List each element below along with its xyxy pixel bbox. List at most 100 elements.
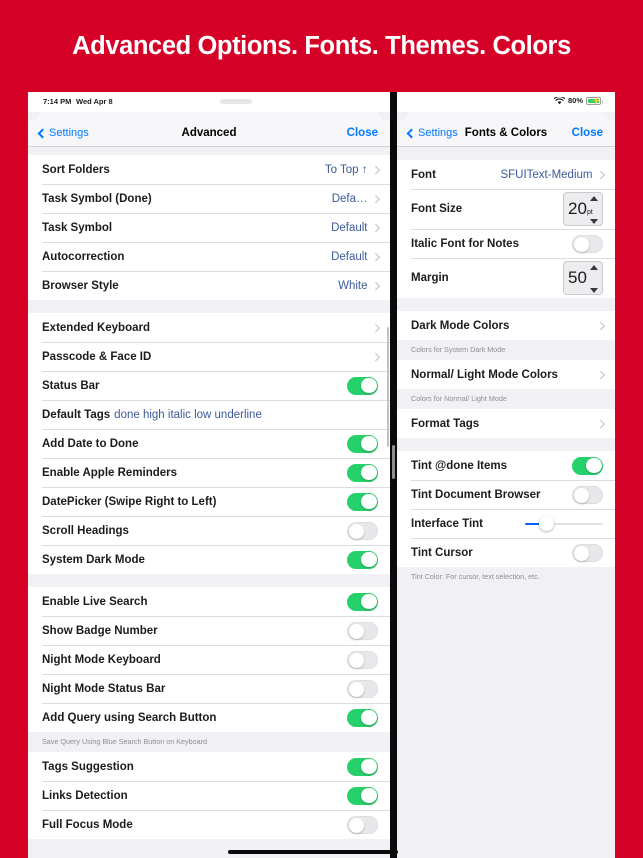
stepper-increment-icon[interactable] [589,196,598,201]
row-show-badge-number[interactable]: Show Badge Number [28,616,390,645]
toggle-enable-apple-reminders[interactable] [347,463,378,482]
stepper-decrement-icon[interactable] [589,288,598,293]
row-italic-font-for-notes[interactable]: Italic Font for Notes [397,229,615,258]
toggle-tint-cursor[interactable] [572,543,603,562]
toggle-status-bar[interactable] [347,376,378,395]
row-enable-live-search[interactable]: Enable Live Search [28,587,390,616]
row-label: Tint Document Browser [411,488,541,501]
chevron-right-icon [596,321,605,330]
chevron-right-icon [371,165,380,174]
right-scroll-area[interactable]: Font SFUIText-Medium Font Size 20 pt Ita… [397,147,615,858]
toggle-enable-live-search[interactable] [347,592,378,611]
left-back-label: Settings [49,127,89,139]
toggle-add-date-to-done[interactable] [347,434,378,453]
row-tint-done-items[interactable]: Tint @done Items [397,451,615,480]
row-label: Italic Font for Notes [411,237,519,250]
panel-divider[interactable] [390,92,397,858]
row-autocorrection[interactable]: Autocorrection Default [28,242,390,271]
row-links-detection[interactable]: Links Detection [28,781,390,810]
row-add-query-using-search-button[interactable]: Add Query using Search Button [28,703,390,732]
row-label: Interface Tint [411,517,483,530]
row-add-date-to-done[interactable]: Add Date to Done [28,429,390,458]
row-task-symbol[interactable]: Task Symbol Default [28,213,390,242]
row-full-focus-mode[interactable]: Full Focus Mode [28,810,390,839]
section-gap [397,147,615,160]
row-extended-keyboard[interactable]: Extended Keyboard [28,313,390,342]
toggle-links-detection[interactable] [347,786,378,805]
row-label: Tint Cursor [411,546,473,559]
row-label: Night Mode Status Bar [42,682,166,695]
row-margin[interactable]: Margin 50 [397,258,615,298]
toggle-show-badge-number[interactable] [347,621,378,640]
row-tint-document-browser[interactable]: Tint Document Browser [397,480,615,509]
row-datepicker[interactable]: DatePicker (Swipe Right to Left) [28,487,390,516]
row-interface-tint[interactable]: Interface Tint [397,509,615,538]
row-format-tags[interactable]: Format Tags [397,409,615,438]
toggle-tint-document-browser[interactable] [572,485,603,504]
row-label: Scroll Headings [42,524,129,537]
left-back-button[interactable]: Settings [37,127,89,139]
row-tags-suggestion[interactable]: Tags Suggestion [28,752,390,781]
row-font[interactable]: Font SFUIText-Medium [397,160,615,189]
row-label: Show Badge Number [42,624,158,637]
row-task-symbol-done[interactable]: Task Symbol (Done) Defa… [28,184,390,213]
toggle-tint-done-items[interactable] [572,456,603,475]
row-system-dark-mode[interactable]: System Dark Mode [28,545,390,574]
battery-charging-icon: ⚡ [586,96,603,105]
toggle-datepicker[interactable] [347,492,378,511]
chevron-right-icon [371,252,380,261]
section-gap [28,147,390,155]
stepper-decrement-icon[interactable] [589,219,598,224]
toggle-tags-suggestion[interactable] [347,757,378,776]
row-font-size[interactable]: Font Size 20 pt [397,189,615,229]
interface-tint-slider[interactable] [525,515,603,533]
row-label: Task Symbol (Done) [42,192,152,205]
toggle-add-query-using-search-button[interactable] [347,708,378,727]
toggle-scroll-headings[interactable] [347,521,378,540]
row-default-tags[interactable]: Default Tags done high italic low underl… [28,400,390,429]
left-scroll-area[interactable]: Sort Folders To Top ↑ Task Symbol (Done)… [28,147,390,858]
right-back-button[interactable]: Settings [406,127,458,139]
row-passcode-face-id[interactable]: Passcode & Face ID [28,342,390,371]
toggle-system-dark-mode[interactable] [347,550,378,569]
status-bar-notch [220,99,252,104]
margin-stepper[interactable]: 50 [563,261,603,295]
fonts-colors-panel: Settings Fonts & Colors Close Font SFUIT… [397,112,615,858]
left-close-button[interactable]: Close [347,127,378,139]
row-sort-folders[interactable]: Sort Folders To Top ↑ [28,155,390,184]
row-night-mode-status-bar[interactable]: Night Mode Status Bar [28,674,390,703]
row-scroll-headings[interactable]: Scroll Headings [28,516,390,545]
row-enable-apple-reminders[interactable]: Enable Apple Reminders [28,458,390,487]
device-screen: 7:14 PM Wed Apr 8 80% ⚡ Settings Advance… [28,92,615,858]
row-label: Font Size [411,203,463,215]
toggle-night-mode-keyboard[interactable] [347,650,378,669]
row-label: System Dark Mode [42,553,145,566]
right-close-button[interactable]: Close [572,127,603,139]
toggle-full-focus-mode[interactable] [347,815,378,834]
row-label: Passcode & Face ID [42,350,152,363]
left-nav-bar: Settings Advanced Close [28,120,390,147]
light-mode-footnote: Colors for Normal/ Light Mode [397,389,615,409]
chevron-right-icon [371,323,380,332]
right-section-light-mode: Normal/ Light Mode Colors [397,360,615,389]
stepper-increment-icon[interactable] [589,265,598,270]
left-scrollbar[interactable] [386,327,389,447]
toggle-night-mode-status-bar[interactable] [347,679,378,698]
row-night-mode-keyboard[interactable]: Night Mode Keyboard [28,645,390,674]
toggle-italic-font-for-notes[interactable] [572,234,603,253]
section-gap [397,298,615,311]
chevron-right-icon [596,419,605,428]
slider-thumb[interactable] [539,516,555,531]
row-tint-cursor[interactable]: Tint Cursor [397,538,615,567]
row-dark-mode-colors[interactable]: Dark Mode Colors [397,311,615,340]
margin-value: 50 [568,268,587,287]
promo-headline: Advanced Options. Fonts. Themes. Colors [72,31,571,60]
row-browser-style[interactable]: Browser Style White [28,271,390,300]
row-label: Margin [411,272,449,284]
row-label: Normal/ Light Mode Colors [411,368,558,381]
divider-grabber-handle[interactable] [392,445,395,479]
row-status-bar[interactable]: Status Bar [28,371,390,400]
font-size-stepper[interactable]: 20 pt [563,192,603,226]
row-normal-light-mode-colors[interactable]: Normal/ Light Mode Colors [397,360,615,389]
row-label: Enable Apple Reminders [42,466,178,479]
